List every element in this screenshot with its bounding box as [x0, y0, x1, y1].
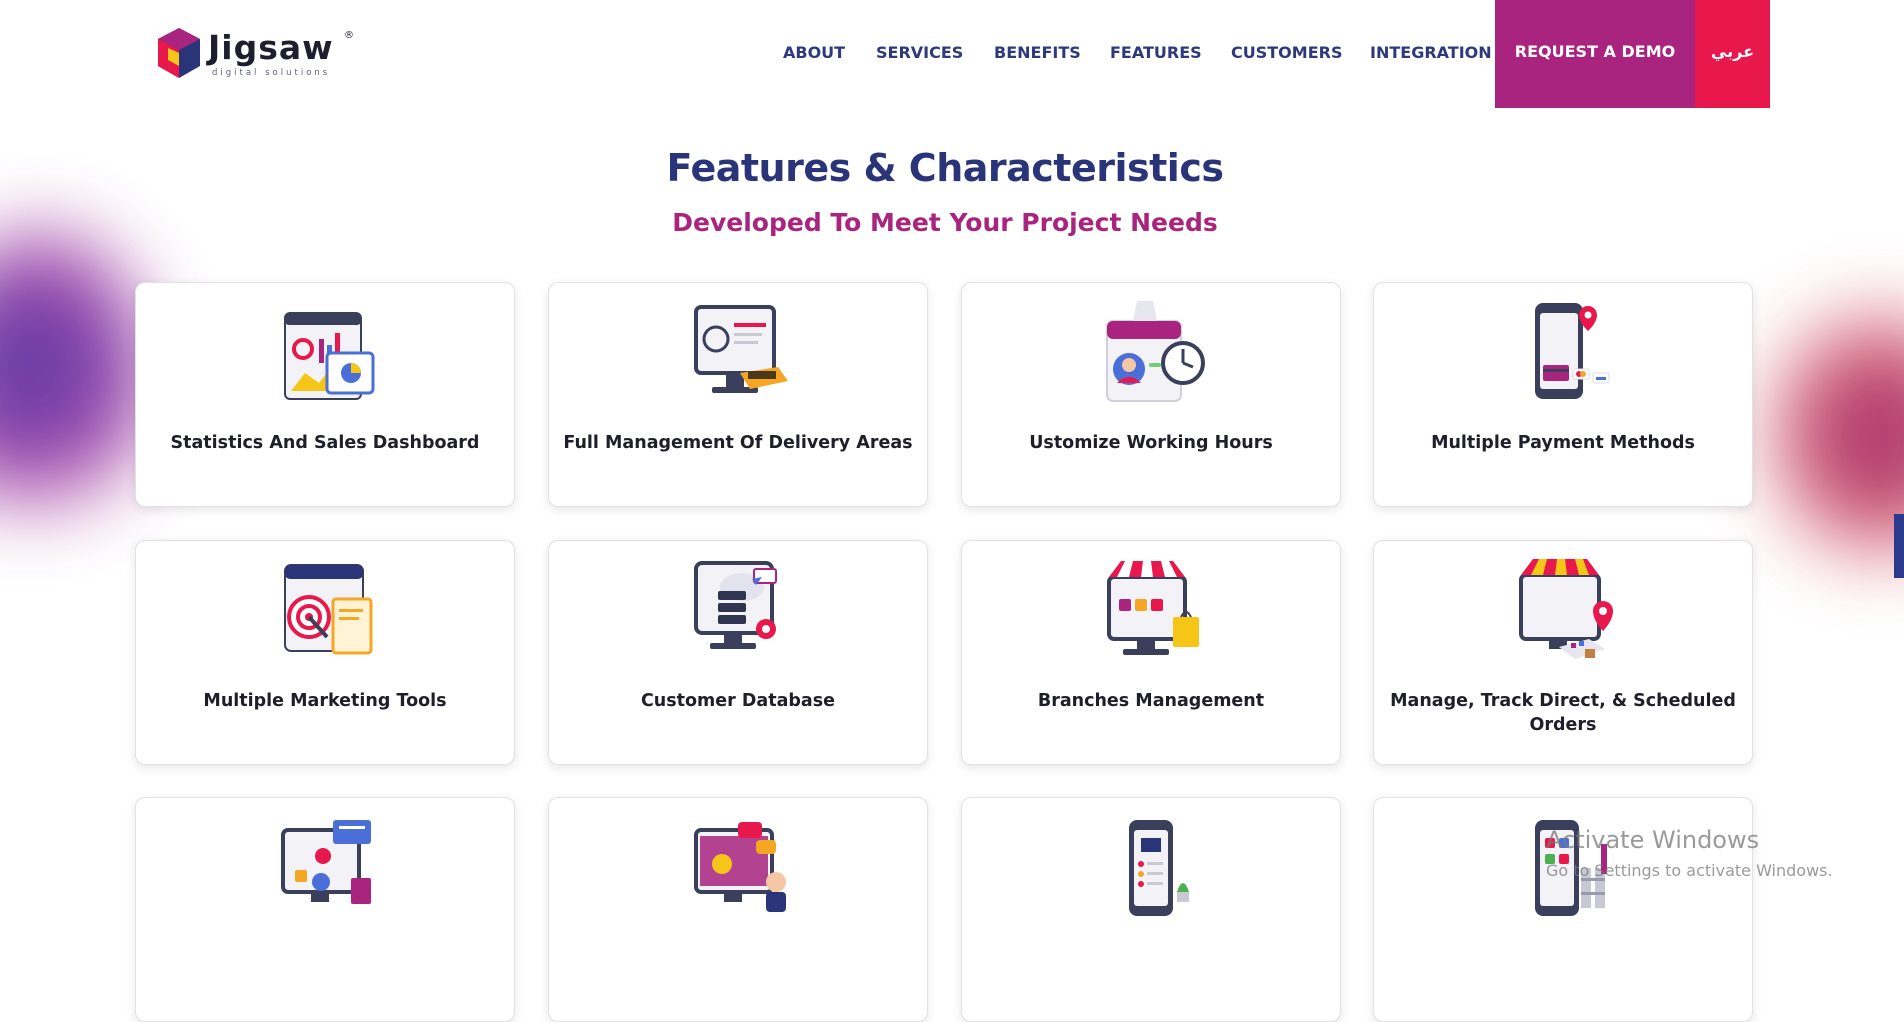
working-hours-icon [1106, 301, 1205, 402]
delivery-areas-icon [694, 305, 788, 393]
feature-card[interactable] [961, 797, 1341, 1022]
side-tab[interactable] [1894, 514, 1904, 578]
decorative-blob-right [1774, 300, 1904, 570]
feature-label: Branches Management [1037, 691, 1265, 711]
nav-customers[interactable]: CUSTOMERS [1231, 43, 1342, 62]
language-label: عربي [1710, 41, 1755, 61]
orders-tracking-icon [1519, 559, 1613, 659]
logo-tagline: digital solutions [212, 68, 331, 78]
nav-about[interactable]: ABOUT [783, 43, 845, 62]
feature-card[interactable]: Statistics And Sales Dashboard [135, 282, 515, 507]
feature-label: Ustomize Working Hours [1029, 433, 1273, 453]
feature-label: Full Management Of Delivery Areas [563, 433, 913, 453]
marketing-tools-icon [284, 564, 373, 655]
mobile-menu-icon [1129, 820, 1189, 916]
feature-card[interactable]: Multiple Marketing Tools [135, 540, 515, 765]
section-title: Features & Characteristics [666, 146, 1224, 190]
nav-features[interactable]: FEATURES [1110, 43, 1202, 62]
decorative-blob-left [0, 230, 150, 530]
site-header: Jigsaw ® digital solutions ABOUT SERVICE… [0, 0, 1904, 108]
feature-label: Manage, Track Direct, & Scheduled Orders [1390, 691, 1736, 735]
payment-methods-icon [1535, 303, 1610, 399]
feature-card[interactable] [135, 797, 515, 1022]
feature-label: Customer Database [640, 691, 836, 711]
request-demo-label: REQUEST A DEMO [1514, 41, 1676, 61]
feature-card[interactable]: Branches Management [961, 540, 1341, 765]
activate-windows-watermark: Activate Windows [1546, 826, 1760, 854]
customer-database-icon [694, 561, 777, 649]
dashboard-icon [284, 312, 375, 400]
activate-windows-hint: Go to Settings to activate Windows. [1546, 861, 1833, 880]
feature-card[interactable]: Manage, Track Direct, & Scheduled Orders [1373, 540, 1753, 765]
feature-label: Multiple Payment Methods [1431, 433, 1695, 453]
feature-card[interactable] [548, 797, 928, 1022]
feature-label: Statistics And Sales Dashboard [170, 433, 480, 453]
feature-card[interactable]: Multiple Payment Methods [1373, 282, 1753, 507]
nav-services[interactable]: SERVICES [876, 43, 963, 62]
language-toggle-button[interactable]: عربي [1695, 0, 1770, 108]
nav-integration[interactable]: INTEGRATION [1370, 43, 1492, 62]
feature-card[interactable]: Customer Database [548, 540, 928, 765]
ecommerce-icon [281, 820, 371, 904]
branches-icon [1107, 561, 1199, 655]
feature-card[interactable]: Full Management Of Delivery Areas [548, 282, 928, 507]
request-demo-button[interactable]: REQUEST A DEMO [1495, 0, 1695, 108]
section-subtitle: Developed To Meet Your Project Needs [672, 208, 1218, 237]
support-chat-icon [694, 822, 786, 912]
feature-card[interactable]: Ustomize Working Hours [961, 282, 1341, 507]
registered-mark: ® [344, 30, 354, 41]
nav-benefits[interactable]: BENEFITS [994, 43, 1081, 62]
feature-label: Multiple Marketing Tools [203, 691, 447, 711]
